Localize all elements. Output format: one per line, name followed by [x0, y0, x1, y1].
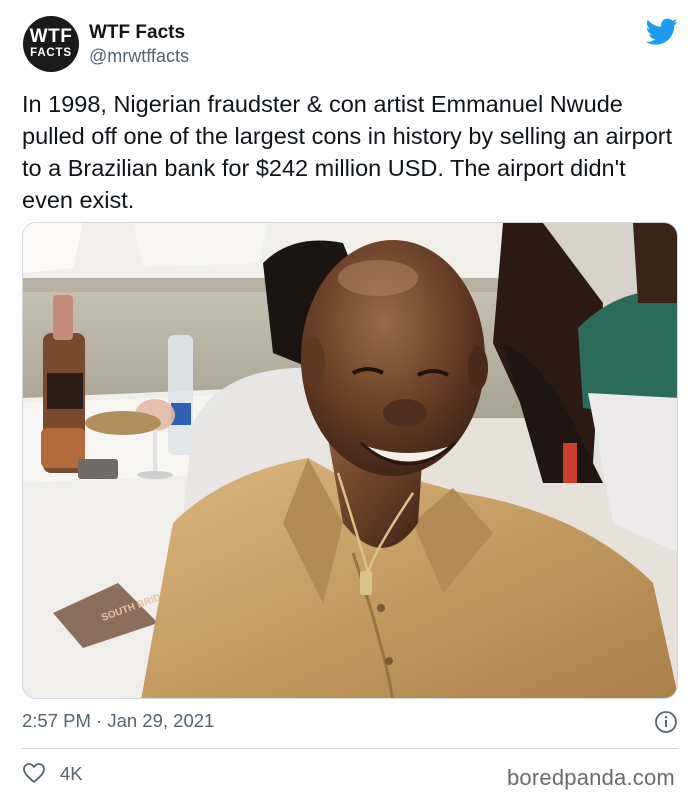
divider: [22, 748, 678, 749]
author-name[interactable]: WTF Facts: [89, 21, 185, 45]
avatar-text-line2: FACTS: [30, 47, 72, 59]
heart-icon[interactable]: [22, 762, 46, 784]
twitter-bird-icon[interactable]: [646, 18, 678, 46]
tweet-timestamp[interactable]: 2:57 PM · Jan 29, 2021: [22, 709, 214, 733]
like-count: 4K: [60, 763, 83, 784]
avatar[interactable]: WTF FACTS: [23, 16, 79, 72]
tweet-photo[interactable]: SOUTH BRIDES: [22, 222, 678, 699]
info-icon[interactable]: [654, 710, 678, 734]
source-watermark: boredpanda.com: [507, 765, 675, 790]
tweet-card: WTF FACTS WTF Facts @mrwtffacts In 1998,…: [0, 0, 700, 802]
author-handle[interactable]: @mrwtffacts: [89, 45, 189, 67]
photo-illustration: SOUTH BRIDES: [23, 223, 677, 698]
tweet-text: In 1998, Nigerian fraudster & con artist…: [22, 91, 673, 213]
avatar-text-line1: WTF: [29, 26, 73, 47]
